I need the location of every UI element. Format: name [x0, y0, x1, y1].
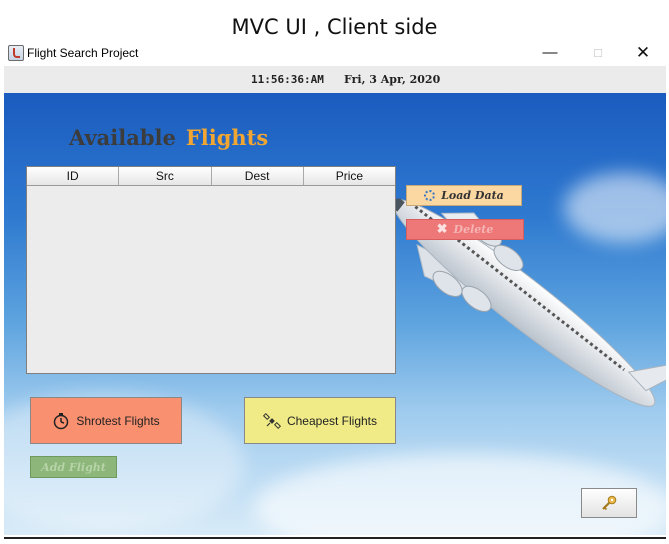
key-icon [602, 495, 617, 511]
load-data-button[interactable]: Load Data [406, 185, 522, 206]
clock-date: Fri, 3 Apr, 2020 [344, 73, 441, 86]
close-icon[interactable]: ✕ [633, 44, 653, 62]
page-heading: Available Flights [69, 125, 268, 150]
status-bar: 11:56:36:AM Fri, 3 Apr, 2020 [4, 66, 666, 93]
window-title: Flight Search Project [27, 46, 139, 60]
stopwatch-icon [54, 412, 69, 429]
add-flight-label: Add Flight [41, 460, 106, 474]
java-cup-icon [8, 45, 24, 61]
maximize-icon[interactable]: □ [588, 44, 608, 62]
shortest-flights-label: Shrotest Flights [76, 413, 160, 428]
column-header-price[interactable]: Price [303, 167, 395, 185]
column-header-dest[interactable]: Dest [211, 167, 304, 185]
cheapest-flights-button[interactable]: Cheapest Flights [244, 397, 396, 444]
delete-button[interactable]: ✖ Delete [406, 219, 524, 240]
heading-word-flights: Flights [185, 125, 269, 150]
add-flight-button[interactable]: Add Flight [30, 456, 117, 478]
column-header-id[interactable]: ID [27, 167, 120, 185]
heading-word-available: Available [69, 125, 176, 150]
main-panel: Available Flights ID Src Dest Price Load … [4, 93, 666, 535]
satellite-icon [262, 412, 281, 429]
login-key-button[interactable] [581, 488, 637, 518]
x-icon: ✖ [436, 222, 448, 237]
loading-spinner-icon [424, 190, 436, 201]
app-window: Flight Search Project — □ ✕ 11:56:36:AM … [4, 40, 666, 539]
cheapest-flights-label: Cheapest Flights [286, 413, 378, 428]
clock-time: 11:56:36:AM [251, 73, 324, 86]
flights-table[interactable]: ID Src Dest Price [26, 166, 396, 374]
load-data-label: Load Data [441, 189, 504, 202]
title-bar: Flight Search Project — □ ✕ [4, 40, 666, 66]
column-header-src[interactable]: Src [119, 167, 212, 185]
delete-label: Delete [453, 223, 494, 236]
table-header: ID Src Dest Price [27, 167, 395, 186]
shortest-flights-button[interactable]: Shrotest Flights [30, 397, 182, 444]
page-caption: MVC UI , Client side [231, 15, 438, 39]
minimize-icon[interactable]: — [540, 44, 560, 62]
